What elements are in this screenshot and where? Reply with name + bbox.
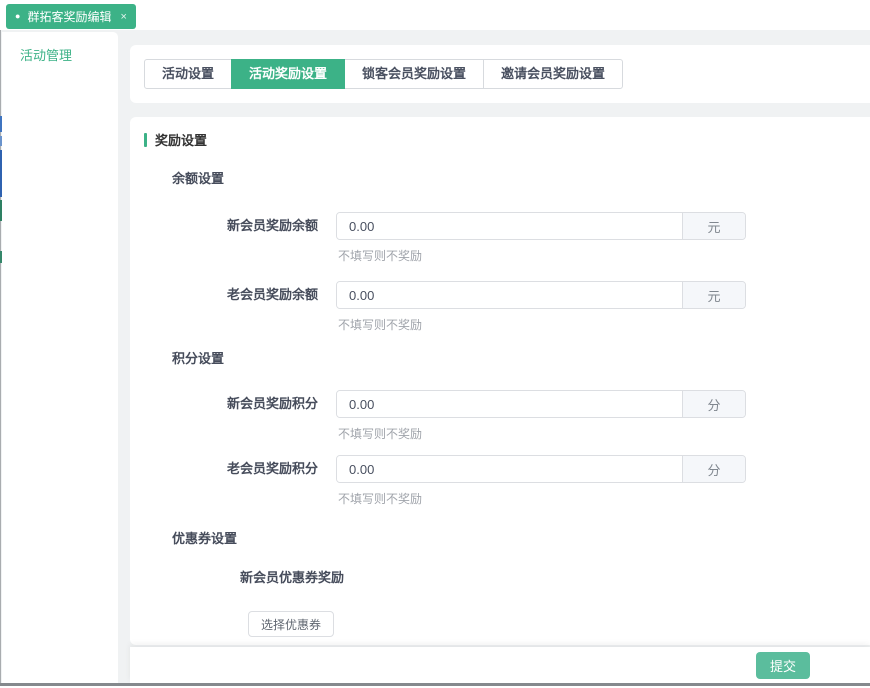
sidebar: 活动管理 [2, 32, 118, 683]
select-coupon-button[interactable]: 选择优惠券 [248, 611, 334, 637]
document-tab-label: 群拓客奖励编辑 [27, 8, 111, 25]
new-member-balance-input[interactable] [337, 213, 682, 239]
tab-activity-settings[interactable]: 活动设置 [144, 59, 232, 89]
group-title-points: 积分设置 [172, 348, 224, 367]
form-row-new-member-balance: 新会员奖励余额 元 不填写则不奖励 [144, 212, 746, 264]
coupon-reward-label: 新会员优惠券奖励 [240, 567, 344, 586]
group-title-coupon: 优惠券设置 [172, 528, 237, 547]
old-member-points-input[interactable] [337, 456, 682, 482]
form-row-old-member-balance: 老会员奖励余额 元 不填写则不奖励 [144, 281, 746, 333]
submit-button[interactable]: 提交 [756, 652, 810, 679]
form-row-new-member-points: 新会员奖励积分 分 不填写则不奖励 [144, 390, 746, 442]
unit-suffix: 分 [682, 391, 745, 417]
field-hint: 不填写则不奖励 [336, 490, 746, 507]
unit-suffix: 元 [682, 282, 745, 308]
sidebar-item-activity-management[interactable]: 活动管理 [2, 32, 118, 74]
footer-bar: 提交 [130, 647, 870, 683]
section-accent-bar [144, 133, 147, 147]
tab-activity-reward-settings[interactable]: 活动奖励设置 [231, 59, 345, 89]
new-member-points-input[interactable] [337, 391, 682, 417]
close-icon[interactable]: × [120, 11, 126, 23]
tab-invite-member-reward-settings[interactable]: 邀请会员奖励设置 [483, 59, 623, 89]
reward-settings-card: 奖励设置 余额设置 新会员奖励余额 元 不填写则不奖励 老会员奖励余额 元 不填… [130, 117, 870, 645]
field-hint: 不填写则不奖励 [336, 316, 746, 333]
field-label: 老会员奖励余额 [144, 281, 318, 333]
field-hint: 不填写则不奖励 [336, 247, 746, 264]
group-title-balance: 余额设置 [172, 168, 224, 187]
unit-suffix: 分 [682, 456, 745, 482]
field-hint: 不填写则不奖励 [336, 425, 746, 442]
field-label: 新会员奖励积分 [144, 390, 318, 442]
form-row-old-member-points: 老会员奖励积分 分 不填写则不奖励 [144, 455, 746, 507]
active-dot-icon: ● [15, 12, 20, 21]
unit-suffix: 元 [682, 213, 745, 239]
tabs-card: 活动设置 活动奖励设置 锁客会员奖励设置 邀请会员奖励设置 [130, 45, 870, 103]
tab-lock-member-reward-settings[interactable]: 锁客会员奖励设置 [344, 59, 484, 89]
tab-group: 活动设置 活动奖励设置 锁客会员奖励设置 邀请会员奖励设置 [144, 59, 623, 89]
section-title: 奖励设置 [155, 130, 207, 149]
input-group: 分 [336, 390, 746, 418]
input-group: 元 [336, 212, 746, 240]
input-group: 分 [336, 455, 746, 483]
document-tab-bar: ● 群拓客奖励编辑 × [0, 0, 870, 30]
section-header: 奖励设置 [144, 130, 207, 149]
field-label: 新会员奖励余额 [144, 212, 318, 264]
document-tab-active[interactable]: ● 群拓客奖励编辑 × [6, 4, 136, 29]
old-member-balance-input[interactable] [337, 282, 682, 308]
input-group: 元 [336, 281, 746, 309]
field-label: 老会员奖励积分 [144, 455, 318, 507]
